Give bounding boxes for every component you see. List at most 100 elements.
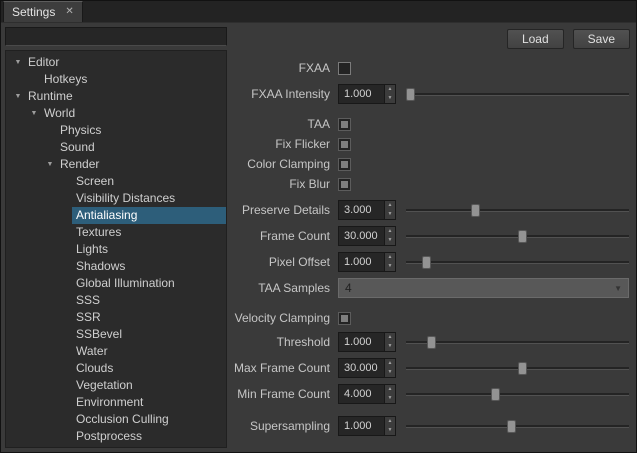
fix-flicker-checkbox[interactable] (338, 138, 351, 151)
slider-track[interactable] (406, 93, 629, 96)
param-row-threshold: Threshold1.000▲▼ (232, 332, 632, 352)
pixel-offset-spinbox[interactable]: 1.000▲▼ (338, 252, 396, 272)
tree-item-water[interactable]: Water (6, 343, 226, 360)
max-frame-count-slider[interactable] (406, 361, 629, 376)
tab-settings[interactable]: Settings ✕ (3, 1, 83, 22)
spin-value[interactable]: 4.000 (339, 385, 384, 403)
max-frame-count-spinbox[interactable]: 30.000▲▼ (338, 358, 396, 378)
slider-track[interactable] (406, 341, 629, 344)
spin-down-icon[interactable]: ▼ (385, 94, 395, 103)
spin-value[interactable]: 30.000 (339, 227, 384, 245)
tree-indent (6, 147, 44, 148)
tree-item-textures[interactable]: Textures (6, 224, 226, 241)
min-frame-count-slider[interactable] (406, 387, 629, 402)
slider-track[interactable] (406, 393, 629, 396)
fix-blur-checkbox[interactable] (338, 178, 351, 191)
preserve-details-spinbox[interactable]: 3.000▲▼ (338, 200, 396, 220)
tree-item-vegetation[interactable]: Vegetation (6, 377, 226, 394)
threshold-spinbox[interactable]: 1.000▲▼ (338, 332, 396, 352)
preserve-details-slider[interactable] (406, 203, 629, 218)
min-frame-count-spinbox[interactable]: 4.000▲▼ (338, 384, 396, 404)
tree-item-sound[interactable]: Sound (6, 139, 226, 156)
tree-item-ssr[interactable]: SSR (6, 309, 226, 326)
tree-item-runtime[interactable]: ▼Runtime (6, 88, 226, 105)
spin-down-icon[interactable]: ▼ (385, 368, 395, 377)
color-clamping-checkbox[interactable] (338, 158, 351, 171)
tree-item-physics[interactable]: Physics (6, 122, 226, 139)
tree-indent (6, 283, 60, 284)
spin-up-icon[interactable]: ▲ (385, 333, 395, 342)
tree-indent (6, 266, 60, 267)
tree-item-render[interactable]: ▼Render (6, 156, 226, 173)
tree-item-clouds[interactable]: Clouds (6, 360, 226, 377)
spin-value[interactable]: 3.000 (339, 201, 384, 219)
spin-down-icon[interactable]: ▼ (385, 426, 395, 435)
fxaa-intensity-slider[interactable] (406, 87, 629, 102)
velocity-clamping-checkbox[interactable] (338, 312, 351, 325)
spin-up-icon[interactable]: ▲ (385, 85, 395, 94)
close-icon[interactable]: ✕ (65, 7, 73, 17)
slider-handle[interactable] (427, 336, 436, 349)
load-button[interactable]: Load (507, 29, 564, 49)
tree-item-world[interactable]: ▼World (6, 105, 226, 122)
tree-indent (6, 300, 60, 301)
spin-up-icon[interactable]: ▲ (385, 359, 395, 368)
search-input[interactable] (5, 27, 227, 46)
slider-handle[interactable] (491, 388, 500, 401)
slider-track[interactable] (406, 209, 629, 212)
param-row-fix-flicker: Fix Flicker (232, 134, 632, 154)
spin-up-icon[interactable]: ▲ (385, 201, 395, 210)
spin-value[interactable]: 1.000 (339, 417, 384, 435)
threshold-slider[interactable] (406, 335, 629, 350)
slider-track[interactable] (406, 261, 629, 264)
slider-track[interactable] (406, 425, 629, 428)
spin-down-icon[interactable]: ▼ (385, 210, 395, 219)
tree-item-screen[interactable]: Screen (6, 173, 226, 190)
spin-down-icon[interactable]: ▼ (385, 236, 395, 245)
save-button[interactable]: Save (573, 29, 630, 49)
slider-handle[interactable] (518, 230, 527, 243)
param-controls: 3.000▲▼ (338, 200, 629, 220)
spin-up-icon[interactable]: ▲ (385, 385, 395, 394)
tree-item-editor[interactable]: ▼Editor (6, 54, 226, 71)
tree-item-label: Physics (56, 122, 226, 139)
slider-handle[interactable] (518, 362, 527, 375)
frame-count-slider[interactable] (406, 229, 629, 244)
taa-checkbox[interactable] (338, 118, 351, 131)
tree-item-shadows[interactable]: Shadows (6, 258, 226, 275)
tree-item-postprocess[interactable]: Postprocess (6, 428, 226, 445)
spin-down-icon[interactable]: ▼ (385, 342, 395, 351)
pixel-offset-slider[interactable] (406, 255, 629, 270)
slider-handle[interactable] (507, 420, 516, 433)
tree-item-occlusion-culling[interactable]: Occlusion Culling (6, 411, 226, 428)
spin-value[interactable]: 1.000 (339, 85, 384, 103)
spin-down-icon[interactable]: ▼ (385, 394, 395, 403)
tree-item-global-illumination[interactable]: Global Illumination (6, 275, 226, 292)
supersampling-slider[interactable] (406, 419, 629, 434)
tree-item-lights[interactable]: Lights (6, 241, 226, 258)
tree-item-label: Runtime (24, 88, 226, 105)
taa-samples-dropdown[interactable]: 4▼ (338, 278, 629, 298)
spin-value[interactable]: 1.000 (339, 253, 384, 271)
spin-up-icon[interactable]: ▲ (385, 227, 395, 236)
tree-item-antialiasing[interactable]: Antialiasing (6, 207, 226, 224)
slider-handle[interactable] (406, 88, 415, 101)
spin-up-icon[interactable]: ▲ (385, 417, 395, 426)
fxaa-intensity-spinbox[interactable]: 1.000▲▼ (338, 84, 396, 104)
slider-handle[interactable] (471, 204, 480, 217)
tree-item-environment[interactable]: Environment (6, 394, 226, 411)
frame-count-spinbox[interactable]: 30.000▲▼ (338, 226, 396, 246)
tree-item-sss[interactable]: SSS (6, 292, 226, 309)
tree-item-motion-blur[interactable]: Motion Blur (6, 445, 226, 448)
tree-item-visibility-distances[interactable]: Visibility Distances (6, 190, 226, 207)
supersampling-spinbox[interactable]: 1.000▲▼ (338, 416, 396, 436)
spin-up-icon[interactable]: ▲ (385, 253, 395, 262)
tree-item-hotkeys[interactable]: Hotkeys (6, 71, 226, 88)
tree-indent (6, 79, 28, 80)
spin-value[interactable]: 30.000 (339, 359, 384, 377)
slider-handle[interactable] (422, 256, 431, 269)
spin-down-icon[interactable]: ▼ (385, 262, 395, 271)
tree-item-ssbevel[interactable]: SSBevel (6, 326, 226, 343)
spin-value[interactable]: 1.000 (339, 333, 384, 351)
fxaa-checkbox[interactable] (338, 62, 351, 75)
